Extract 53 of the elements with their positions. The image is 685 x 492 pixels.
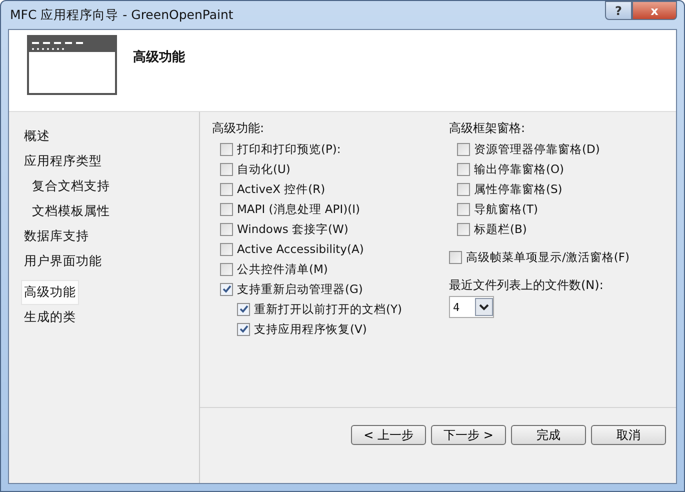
group-label: 高级框架窗格: <box>449 120 526 137</box>
wizard-button[interactable]: 取消 <box>591 425 666 445</box>
checkbox[interactable] <box>237 302 250 316</box>
nav-item[interactable]: 数据库支持 <box>21 224 92 249</box>
wizard-button[interactable]: < 上一步 <box>351 425 426 445</box>
page-heading: 高级功能 <box>133 48 185 66</box>
checkbox-option[interactable]: 导航窗格(T) <box>449 199 666 219</box>
checkbox[interactable] <box>220 202 233 216</box>
checkbox-option[interactable]: MAPI (消息处理 API)(I) <box>212 199 437 219</box>
checkbox-option[interactable]: 打印和打印预览(P): <box>212 139 437 159</box>
checkbox-option[interactable]: 重新打开以前打开的文档(Y) <box>212 299 437 319</box>
checkbox-option[interactable]: 支持应用程序恢复(V) <box>212 319 437 339</box>
checkbox-option[interactable]: 资源管理器停靠窗格(D) <box>449 139 666 159</box>
checkbox-option[interactable]: 属性停靠窗格(S) <box>449 179 666 199</box>
checkbox[interactable] <box>457 142 470 156</box>
checkbox[interactable] <box>220 142 233 156</box>
help-button[interactable]: ? <box>605 1 632 20</box>
group-label: 高级功能: <box>212 120 266 137</box>
chevron-down-icon <box>475 298 493 316</box>
checkbox[interactable] <box>457 202 470 216</box>
nav-item[interactable]: 概述 <box>21 124 53 149</box>
wizard-button[interactable]: 下一步 > <box>431 425 506 445</box>
field-label: 最近文件列表上的文件数(N): <box>449 277 604 294</box>
checkbox[interactable] <box>457 162 470 176</box>
checkbox-option[interactable]: 标题栏(B) <box>449 219 666 239</box>
checkbox-option[interactable]: 输出停靠窗格(O) <box>449 159 666 179</box>
nav-item[interactable]: 应用程序类型 <box>21 149 105 174</box>
checkbox[interactable] <box>220 162 233 176</box>
checkbox[interactable] <box>449 250 462 264</box>
window-title: MFC 应用程序向导 - GreenOpenPaint <box>9 6 234 24</box>
count-dropdown[interactable]: 4 <box>449 296 494 318</box>
nav-item[interactable]: 生成的类 <box>21 305 79 330</box>
checkbox[interactable] <box>220 222 233 236</box>
checkbox[interactable] <box>457 182 470 196</box>
window-icon <box>27 35 117 95</box>
checkbox-option[interactable]: Active Accessibility(A) <box>212 239 437 259</box>
checkbox[interactable] <box>457 222 470 236</box>
checkbox[interactable] <box>237 322 250 336</box>
checkbox-option[interactable]: ActiveX 控件(R) <box>212 179 437 199</box>
nav-item[interactable]: 用户界面功能 <box>21 249 105 274</box>
checkbox-option[interactable]: 自动化(U) <box>212 159 437 179</box>
checkbox-option[interactable]: 公共控件清单(M) <box>212 259 437 279</box>
checkbox[interactable] <box>220 182 233 196</box>
checkbox[interactable] <box>220 242 233 256</box>
checkbox[interactable] <box>220 262 233 276</box>
nav-item[interactable]: 复合文档支持 <box>21 174 113 199</box>
wizard-button[interactable]: 完成 <box>511 425 586 445</box>
checkbox[interactable] <box>220 282 233 296</box>
checkbox-option[interactable]: 支持重新启动管理器(G) <box>212 279 437 299</box>
nav-item[interactable]: 文档模板属性 <box>21 199 113 224</box>
nav-item[interactable]: 高级功能 <box>21 280 79 305</box>
checkbox-option[interactable]: 高级帧菜单项显示/激活窗格(F) <box>449 247 666 267</box>
checkbox-option[interactable]: Windows 套接字(W) <box>212 219 437 239</box>
